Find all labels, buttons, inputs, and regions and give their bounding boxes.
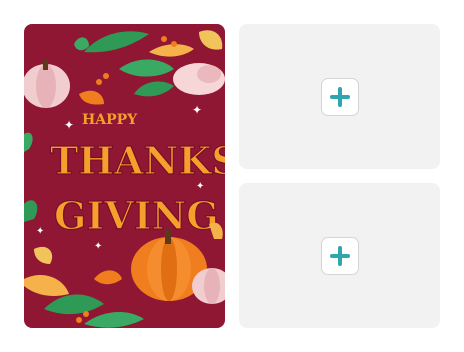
add-image-button[interactable] [320, 236, 359, 275]
headline-giving: GIVING [54, 193, 219, 238]
image-slot-top[interactable] [239, 24, 440, 169]
add-image-button[interactable] [320, 77, 359, 116]
sparkle-icon: ✦ [192, 103, 202, 117]
headline-happy: HAPPY [82, 112, 138, 128]
sparkle-icon: ✦ [36, 226, 44, 237]
thanksgiving-card-image[interactable]: ✦ ✦ ✦ ✦ ✦ HAPPY THANKS GIVING [24, 24, 225, 328]
sparkle-icon: ✦ [94, 241, 102, 252]
sparkle-icon: ✦ [64, 118, 74, 132]
flower-top-right [173, 63, 225, 95]
card-illustration: ✦ ✦ ✦ ✦ ✦ HAPPY THANKS GIVING [24, 24, 225, 328]
headline-thanks: THANKS [50, 138, 225, 183]
image-slot-bottom[interactable] [239, 183, 440, 328]
